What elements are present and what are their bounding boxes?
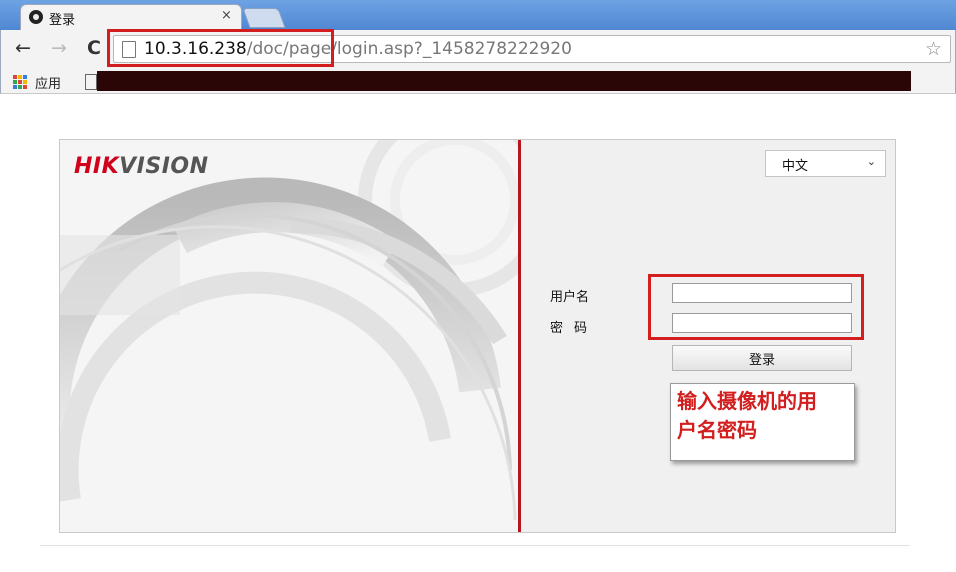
bookmark-star-icon[interactable]: ☆ xyxy=(925,38,942,60)
annotation-callout: 输入摄像机的用 户名密码 xyxy=(670,383,855,461)
forward-arrow-icon[interactable]: → xyxy=(51,37,67,59)
credentials-highlight-box xyxy=(648,274,864,340)
bookmark-folder-icon[interactable] xyxy=(85,74,97,90)
hikvision-logo: HIKVISION xyxy=(74,154,209,179)
tab-close-icon[interactable]: × xyxy=(221,8,232,23)
hero-arc-art xyxy=(60,140,518,532)
logo-hik: HIK xyxy=(74,154,120,179)
footer-divider xyxy=(40,545,910,546)
url-highlight-box xyxy=(107,29,334,67)
new-tab-button[interactable] xyxy=(242,8,286,28)
hero-graphic: HIKVISION xyxy=(60,140,518,532)
apps-label[interactable]: 应用 xyxy=(35,73,61,92)
password-label: 密码 xyxy=(550,321,599,336)
language-value: 中文 xyxy=(782,159,809,174)
browser-titlebar: 登录 × xyxy=(0,0,956,30)
callout-line-1: 输入摄像机的用 xyxy=(677,389,817,413)
bookmarks-bar: 应用 xyxy=(0,68,956,94)
back-arrow-icon[interactable]: ← xyxy=(15,37,31,59)
username-label: 用户名 xyxy=(550,290,590,305)
hikvision-favicon-icon xyxy=(29,10,43,24)
browser-tab-login[interactable]: 登录 × xyxy=(20,4,242,30)
language-select[interactable]: 中文 ⌄ xyxy=(765,150,886,177)
tab-title: 登录 xyxy=(49,13,76,28)
apps-grid-icon[interactable] xyxy=(13,75,27,89)
callout-line-2: 户名密码 xyxy=(677,418,757,442)
reload-icon[interactable]: C xyxy=(87,37,101,59)
redacted-bookmarks xyxy=(97,71,911,91)
logo-vision: VISION xyxy=(119,154,209,179)
chevron-down-icon: ⌄ xyxy=(866,155,876,168)
login-button[interactable]: 登录 xyxy=(672,345,852,371)
